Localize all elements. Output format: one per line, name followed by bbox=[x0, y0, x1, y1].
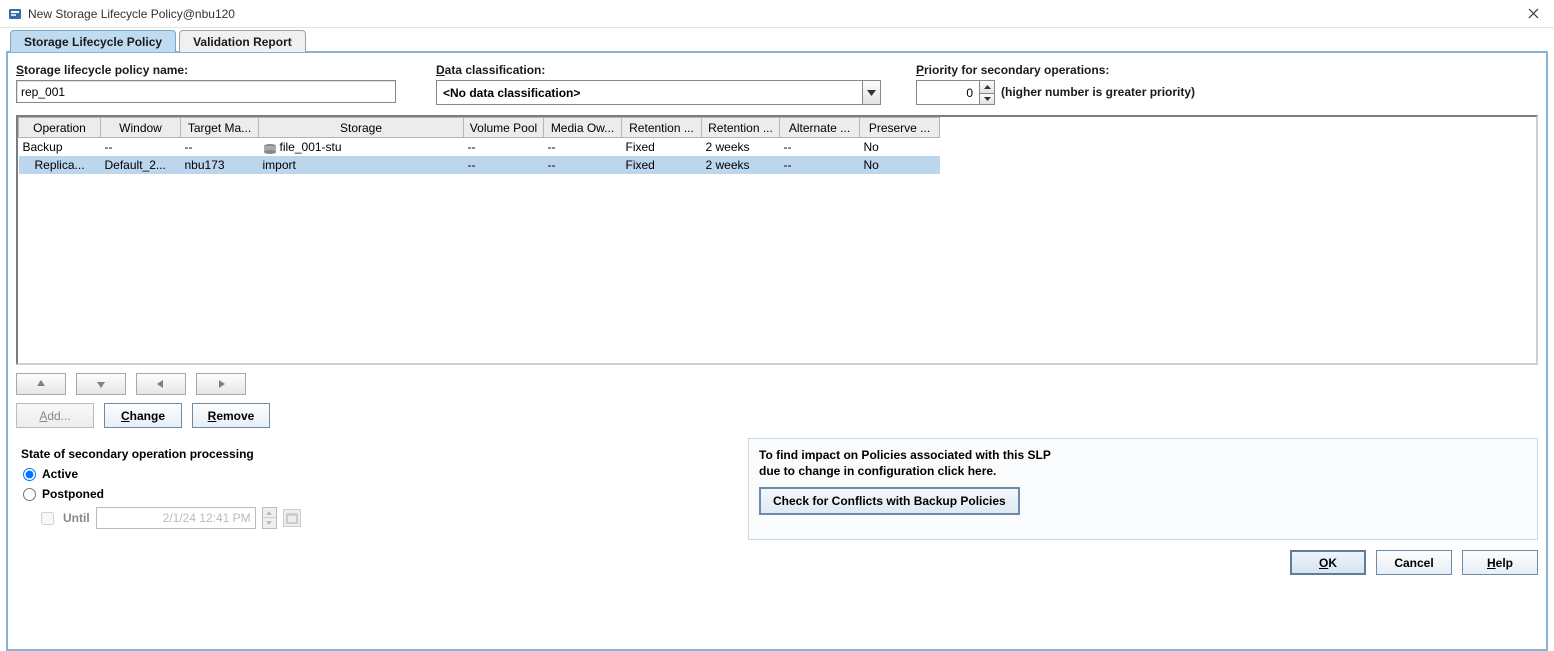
title-bar: New Storage Lifecycle Policy@nbu120 bbox=[0, 0, 1554, 28]
table-cell: file_001-stu bbox=[259, 138, 464, 156]
dialog-footer: OK Cancel Help bbox=[16, 550, 1538, 575]
until-spinner bbox=[262, 507, 277, 529]
column-header[interactable]: Target Ma... bbox=[181, 118, 259, 138]
table-cell: 2 weeks bbox=[702, 156, 780, 174]
column-header[interactable]: Storage bbox=[259, 118, 464, 138]
change-button[interactable]: Change bbox=[104, 403, 182, 428]
ok-button[interactable]: OK bbox=[1290, 550, 1366, 575]
impact-panel: To find impact on Policies associated wi… bbox=[748, 438, 1538, 540]
help-button[interactable]: Help bbox=[1462, 550, 1538, 575]
storage-icon bbox=[263, 143, 277, 153]
table-cell: -- bbox=[780, 138, 860, 156]
data-class-value: <No data classification> bbox=[437, 86, 862, 100]
radio-postponed[interactable]: Postponed bbox=[23, 487, 725, 501]
table-cell: Fixed bbox=[622, 156, 702, 174]
column-header[interactable]: Volume Pool bbox=[464, 118, 544, 138]
radio-postponed-label: Postponed bbox=[42, 487, 104, 501]
calendar-icon bbox=[283, 509, 301, 527]
column-header[interactable]: Media Ow... bbox=[544, 118, 622, 138]
impact-line-2: due to change in configuration click her… bbox=[759, 464, 996, 478]
column-header[interactable]: Preserve ... bbox=[860, 118, 940, 138]
table-cell: Default_2... bbox=[101, 156, 181, 174]
until-up-icon bbox=[263, 508, 276, 518]
priority-input[interactable] bbox=[917, 81, 979, 104]
dialog-window: New Storage Lifecycle Policy@nbu120 Stor… bbox=[0, 0, 1554, 651]
column-header[interactable]: Operation bbox=[19, 118, 101, 138]
table-cell: -- bbox=[464, 138, 544, 156]
priority-label: Priority for secondary operations: bbox=[916, 63, 1538, 77]
check-conflicts-button[interactable]: Check for Conflicts with Backup Policies bbox=[759, 487, 1020, 515]
until-checkbox bbox=[41, 512, 54, 525]
table-cell: -- bbox=[181, 138, 259, 156]
impact-line-1: To find impact on Policies associated wi… bbox=[759, 448, 1051, 462]
radio-active[interactable]: Active bbox=[23, 467, 725, 481]
spinner-up-icon[interactable] bbox=[980, 81, 994, 93]
table-cell: Backup bbox=[19, 138, 101, 156]
table-cell: 2 weeks bbox=[702, 138, 780, 156]
table-cell: -- bbox=[101, 138, 181, 156]
table-cell: Fixed bbox=[622, 138, 702, 156]
column-header[interactable]: Retention ... bbox=[702, 118, 780, 138]
dialog-content: Storage Lifecycle Policy Validation Repo… bbox=[6, 28, 1548, 651]
priority-hint: (higher number is greater priority) bbox=[1001, 80, 1195, 105]
column-header[interactable]: Window bbox=[101, 118, 181, 138]
move-down-button[interactable] bbox=[76, 373, 126, 395]
table-cell: import bbox=[259, 156, 464, 174]
add-button[interactable]: Add... bbox=[16, 403, 94, 428]
spinner-down-icon[interactable] bbox=[980, 93, 994, 105]
move-left-button[interactable] bbox=[136, 373, 186, 395]
app-icon bbox=[8, 7, 22, 21]
window-title: New Storage Lifecycle Policy@nbu120 bbox=[28, 7, 235, 21]
table-row[interactable]: Replica...Default_2...nbu173import----Fi… bbox=[19, 156, 940, 174]
secondary-state-header: State of secondary operation processing bbox=[21, 447, 725, 461]
close-button[interactable] bbox=[1518, 3, 1548, 25]
data-class-combo[interactable]: <No data classification> bbox=[436, 80, 881, 105]
secondary-state-panel: State of secondary operation processing … bbox=[16, 438, 736, 540]
cancel-button[interactable]: Cancel bbox=[1376, 550, 1452, 575]
table-cell: No bbox=[860, 156, 940, 174]
move-up-button[interactable] bbox=[16, 373, 66, 395]
table-cell: Replica... bbox=[19, 156, 101, 174]
tab-validation-report[interactable]: Validation Report bbox=[179, 30, 306, 52]
radio-active-input[interactable] bbox=[23, 468, 36, 481]
table-cell: -- bbox=[544, 138, 622, 156]
chevron-down-icon[interactable] bbox=[862, 81, 880, 104]
remove-button[interactable]: Remove bbox=[192, 403, 270, 428]
move-right-button[interactable] bbox=[196, 373, 246, 395]
column-header[interactable]: Alternate ... bbox=[780, 118, 860, 138]
priority-spinner[interactable] bbox=[916, 80, 995, 105]
radio-active-label: Active bbox=[42, 467, 78, 481]
reorder-button-bar bbox=[16, 373, 1538, 395]
data-class-label: Data classification: bbox=[436, 63, 896, 77]
table-row[interactable]: Backup----file_001-stu----Fixed2 weeks--… bbox=[19, 138, 940, 156]
table-cell: nbu173 bbox=[181, 156, 259, 174]
table-cell: -- bbox=[464, 156, 544, 174]
tab-storage-lifecycle-policy[interactable]: Storage Lifecycle Policy bbox=[10, 30, 176, 52]
table-cell: -- bbox=[544, 156, 622, 174]
until-label: Until bbox=[63, 511, 90, 525]
name-label: Storage lifecycle policy name: bbox=[16, 63, 416, 77]
column-header[interactable]: Retention ... bbox=[622, 118, 702, 138]
until-down-icon bbox=[263, 518, 276, 528]
table-cell: No bbox=[860, 138, 940, 156]
name-input[interactable] bbox=[16, 80, 396, 103]
until-datetime: 2/1/24 12:41 PM bbox=[96, 507, 256, 529]
table-cell: -- bbox=[780, 156, 860, 174]
tab-panel: Storage lifecycle policy name: Data clas… bbox=[6, 51, 1548, 651]
radio-postponed-input[interactable] bbox=[23, 488, 36, 501]
tab-bar: Storage Lifecycle Policy Validation Repo… bbox=[6, 28, 1548, 51]
operations-table[interactable]: OperationWindowTarget Ma...StorageVolume… bbox=[16, 115, 1538, 365]
